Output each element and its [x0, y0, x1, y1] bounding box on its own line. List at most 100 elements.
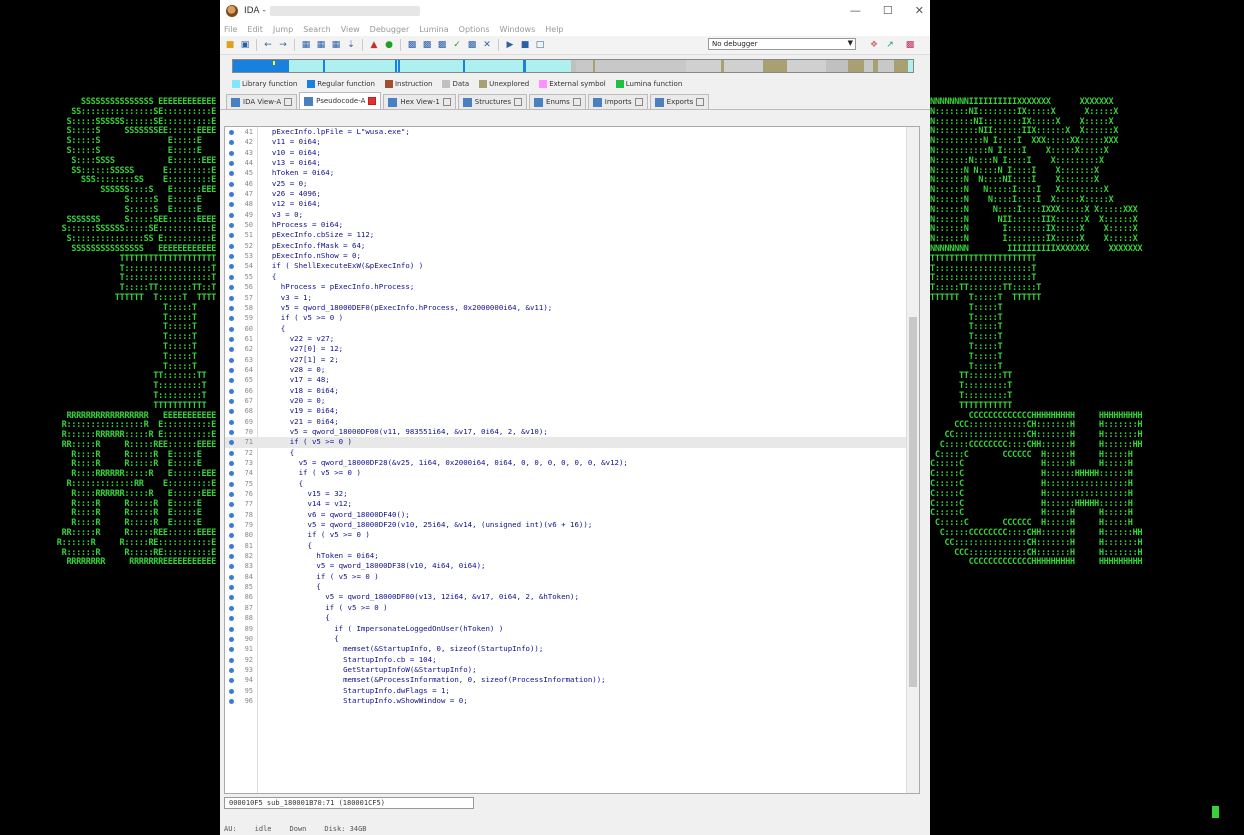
- breakpoint-dot-icon[interactable]: [229, 212, 234, 218]
- breakpoint-dot-icon[interactable]: [229, 161, 234, 167]
- code-line[interactable]: 56 hProcess = pExecInfo.hProcess;: [225, 282, 909, 292]
- scrollbar-thumb[interactable]: [909, 317, 917, 687]
- breakpoint-dot-icon[interactable]: [229, 233, 234, 239]
- breakpoint-dot-icon[interactable]: [229, 626, 234, 632]
- breakpoint-dot-icon[interactable]: [229, 595, 234, 601]
- code-line[interactable]: 72 {: [225, 448, 909, 458]
- navigation-bar[interactable]: [232, 59, 914, 73]
- undefine-icon[interactable]: ▩: [466, 39, 478, 51]
- breakpoint-dot-icon[interactable]: [229, 347, 234, 353]
- breakpoint-dot-icon[interactable]: [229, 336, 234, 342]
- breakpoint-dot-icon[interactable]: [229, 698, 234, 704]
- code-line[interactable]: 90 {: [225, 634, 909, 644]
- menu-debugger[interactable]: Debugger: [370, 25, 410, 34]
- breakpoint-dot-icon[interactable]: [229, 585, 234, 591]
- code-line[interactable]: 71 if ( v5 >= 0 ): [225, 437, 909, 448]
- close-tab-icon[interactable]: [442, 98, 451, 106]
- tab-exports[interactable]: Exports: [649, 94, 710, 109]
- code-line[interactable]: 59 if ( v5 >= 0 ): [225, 313, 909, 323]
- breakpoint-dot-icon[interactable]: [229, 388, 234, 394]
- breakpoint-dot-icon[interactable]: [229, 688, 234, 694]
- menu-options[interactable]: Options: [459, 25, 490, 34]
- breakpoint-dot-icon[interactable]: [229, 461, 234, 466]
- code-line[interactable]: 70 v5 = qword_18000DF00(v11, 983551i64, …: [225, 427, 909, 437]
- code-line[interactable]: 82 hToken = 0i64;: [225, 551, 909, 561]
- code-line[interactable]: 85 {: [225, 582, 909, 592]
- breakpoint-dot-icon[interactable]: [229, 295, 234, 301]
- code-line[interactable]: 78 v6 = qword_18000DF40();: [225, 510, 909, 520]
- code-line[interactable]: 66 v18 = 0i64;: [225, 386, 909, 396]
- code-line[interactable]: 63 v27[1] = 2;: [225, 355, 909, 365]
- breakpoint-dot-icon[interactable]: [229, 419, 234, 425]
- breakpoint-dot-icon[interactable]: [229, 543, 234, 549]
- tab-pseudocode-a[interactable]: Pseudocode-A: [299, 92, 382, 109]
- tab-enums[interactable]: Enums: [529, 94, 586, 109]
- navigation-band[interactable]: [220, 55, 930, 77]
- start-debug-icon[interactable]: ▶: [504, 39, 516, 51]
- breakpoint-dot-icon[interactable]: [229, 285, 234, 291]
- close-tab-icon[interactable]: [634, 98, 643, 106]
- open-icon[interactable]: ■: [224, 39, 236, 51]
- breakpoint-dot-icon[interactable]: [229, 192, 234, 198]
- code-line[interactable]: 48 v12 = 0i64;: [225, 199, 909, 209]
- code-line[interactable]: 95 StartupInfo.dwFlags = 1;: [225, 686, 909, 696]
- breakpoint-dot-icon[interactable]: [229, 667, 234, 673]
- stop-icon[interactable]: □: [534, 39, 546, 51]
- code-line[interactable]: 76 v15 = 32;: [225, 489, 909, 499]
- close-tab-icon[interactable]: [284, 98, 293, 106]
- breakpoint-dot-icon[interactable]: [229, 357, 234, 363]
- code-line[interactable]: 89 if ( ImpersonateLoggedOnUser(hToken) …: [225, 624, 909, 634]
- save-icon[interactable]: ▣: [239, 39, 251, 51]
- menu-lumina[interactable]: Lumina: [419, 25, 448, 34]
- graph-icon[interactable]: ▲: [368, 39, 380, 51]
- code-line[interactable]: 55 {: [225, 272, 909, 282]
- code-icon[interactable]: ▩: [406, 39, 418, 51]
- data-icon[interactable]: ▩: [421, 39, 433, 51]
- code-line[interactable]: 57 v3 = 1;: [225, 293, 909, 303]
- breakpoint-dot-icon[interactable]: [229, 616, 234, 622]
- delete-icon[interactable]: ✕: [481, 39, 493, 51]
- vertical-scrollbar[interactable]: [906, 127, 919, 793]
- breakpoint-dot-icon[interactable]: [229, 316, 234, 322]
- code-line[interactable]: 86 v5 = qword_18000DF00(v13, 12i64, &v17…: [225, 592, 909, 602]
- breakpoint-dot-icon[interactable]: [229, 326, 234, 332]
- breakpoint-dot-icon[interactable]: [229, 678, 234, 684]
- code-line[interactable]: 94 memset(&ProcessInformation, 0, sizeof…: [225, 675, 909, 685]
- code-line[interactable]: 83 v5 = qword_18000DF38(v10, 4i64, 0i64)…: [225, 561, 909, 571]
- breakpoint-dot-icon[interactable]: [229, 481, 234, 487]
- debugger-select[interactable]: No debugger ▼: [708, 38, 856, 50]
- code-line[interactable]: 93 GetStartupInfoW(&StartupInfo);: [225, 665, 909, 675]
- breakpoint-dot-icon[interactable]: [229, 636, 234, 642]
- code-line[interactable]: 68 v19 = 0i64;: [225, 406, 909, 416]
- breakpoint-dot-icon[interactable]: [229, 140, 234, 146]
- search-binary-icon[interactable]: ▦: [315, 39, 327, 51]
- code-line[interactable]: 58 v5 = qword_18000DEF0(pExecInfo.hProce…: [225, 303, 909, 313]
- code-line[interactable]: 62 v27[0] = 12;: [225, 344, 909, 354]
- functions-icon[interactable]: ▩: [904, 39, 916, 51]
- code-line[interactable]: 74 if ( v5 >= 0 ): [225, 468, 909, 478]
- breakpoint-dot-icon[interactable]: [229, 440, 234, 446]
- close-tab-icon[interactable]: [696, 98, 705, 106]
- run-icon[interactable]: ●: [383, 39, 395, 51]
- breakpoint-dot-icon[interactable]: [229, 471, 234, 477]
- breakpoint-dot-icon[interactable]: [229, 305, 234, 311]
- menu-jump[interactable]: Jump: [273, 25, 293, 34]
- code-line[interactable]: 41 pExecInfo.lpFile = L"wusa.exe";: [225, 127, 909, 137]
- close-tab-icon[interactable]: [368, 97, 377, 105]
- code-line[interactable]: 50 hProcess = 0i64;: [225, 220, 909, 230]
- tab-hex-view-1[interactable]: Hex View-1: [383, 94, 456, 109]
- array-icon[interactable]: ✓: [451, 39, 463, 51]
- code-line[interactable]: 87 if ( v5 >= 0 ): [225, 603, 909, 613]
- tab-structures[interactable]: Structures: [457, 94, 528, 109]
- breakpoint-dot-icon[interactable]: [229, 367, 234, 373]
- close-button[interactable]: ✕: [915, 4, 924, 17]
- minimize-button[interactable]: —: [850, 4, 861, 17]
- code-line[interactable]: 69 v21 = 0i64;: [225, 417, 909, 427]
- code-line[interactable]: 81 {: [225, 541, 909, 551]
- close-tab-icon[interactable]: [572, 98, 581, 106]
- breakpoint-dot-icon[interactable]: [229, 647, 234, 653]
- menu-windows[interactable]: Windows: [500, 25, 536, 34]
- breakpoint-dot-icon[interactable]: [229, 398, 234, 404]
- code-line[interactable]: 91 memset(&StartupInfo, 0, sizeof(Startu…: [225, 644, 909, 654]
- tab-imports[interactable]: Imports: [587, 94, 648, 109]
